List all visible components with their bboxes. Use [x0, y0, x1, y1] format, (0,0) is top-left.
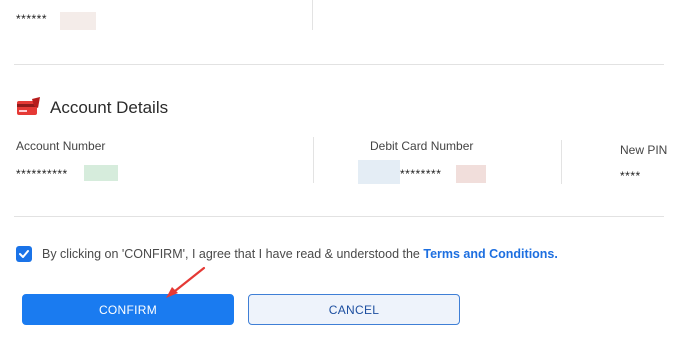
- account-number-label: Account Number: [16, 139, 106, 153]
- section-divider: [14, 216, 664, 217]
- agreement-text: By clicking on 'CONFIRM', I agree that I…: [42, 247, 558, 261]
- column-divider: [312, 0, 313, 30]
- redaction-block: [456, 165, 486, 183]
- column-divider: [313, 137, 314, 183]
- new-pin-value: ****: [620, 169, 641, 183]
- section-divider: [14, 64, 664, 65]
- redaction-block: [84, 165, 118, 181]
- column-divider: [561, 140, 562, 184]
- account-number-value: **********: [16, 167, 68, 181]
- section-title: Account Details: [50, 98, 169, 117]
- cancel-button[interactable]: CANCEL: [248, 294, 460, 325]
- redaction-block: [60, 12, 96, 30]
- checkmark-icon: [19, 250, 29, 258]
- annotation-arrow-icon: [166, 266, 206, 298]
- debit-card-number-label: Debit Card Number: [370, 139, 474, 153]
- debit-card-number-value: ********: [400, 167, 442, 181]
- card-icon: [16, 96, 42, 118]
- agreement-statement: By clicking on 'CONFIRM', I agree that I…: [42, 247, 420, 261]
- masked-value: ******: [16, 12, 48, 26]
- new-pin-label: New PIN: [620, 143, 668, 157]
- redaction-block: [358, 160, 400, 184]
- terms-checkbox[interactable]: [16, 246, 32, 262]
- terms-link[interactable]: Terms and Conditions.: [423, 247, 558, 261]
